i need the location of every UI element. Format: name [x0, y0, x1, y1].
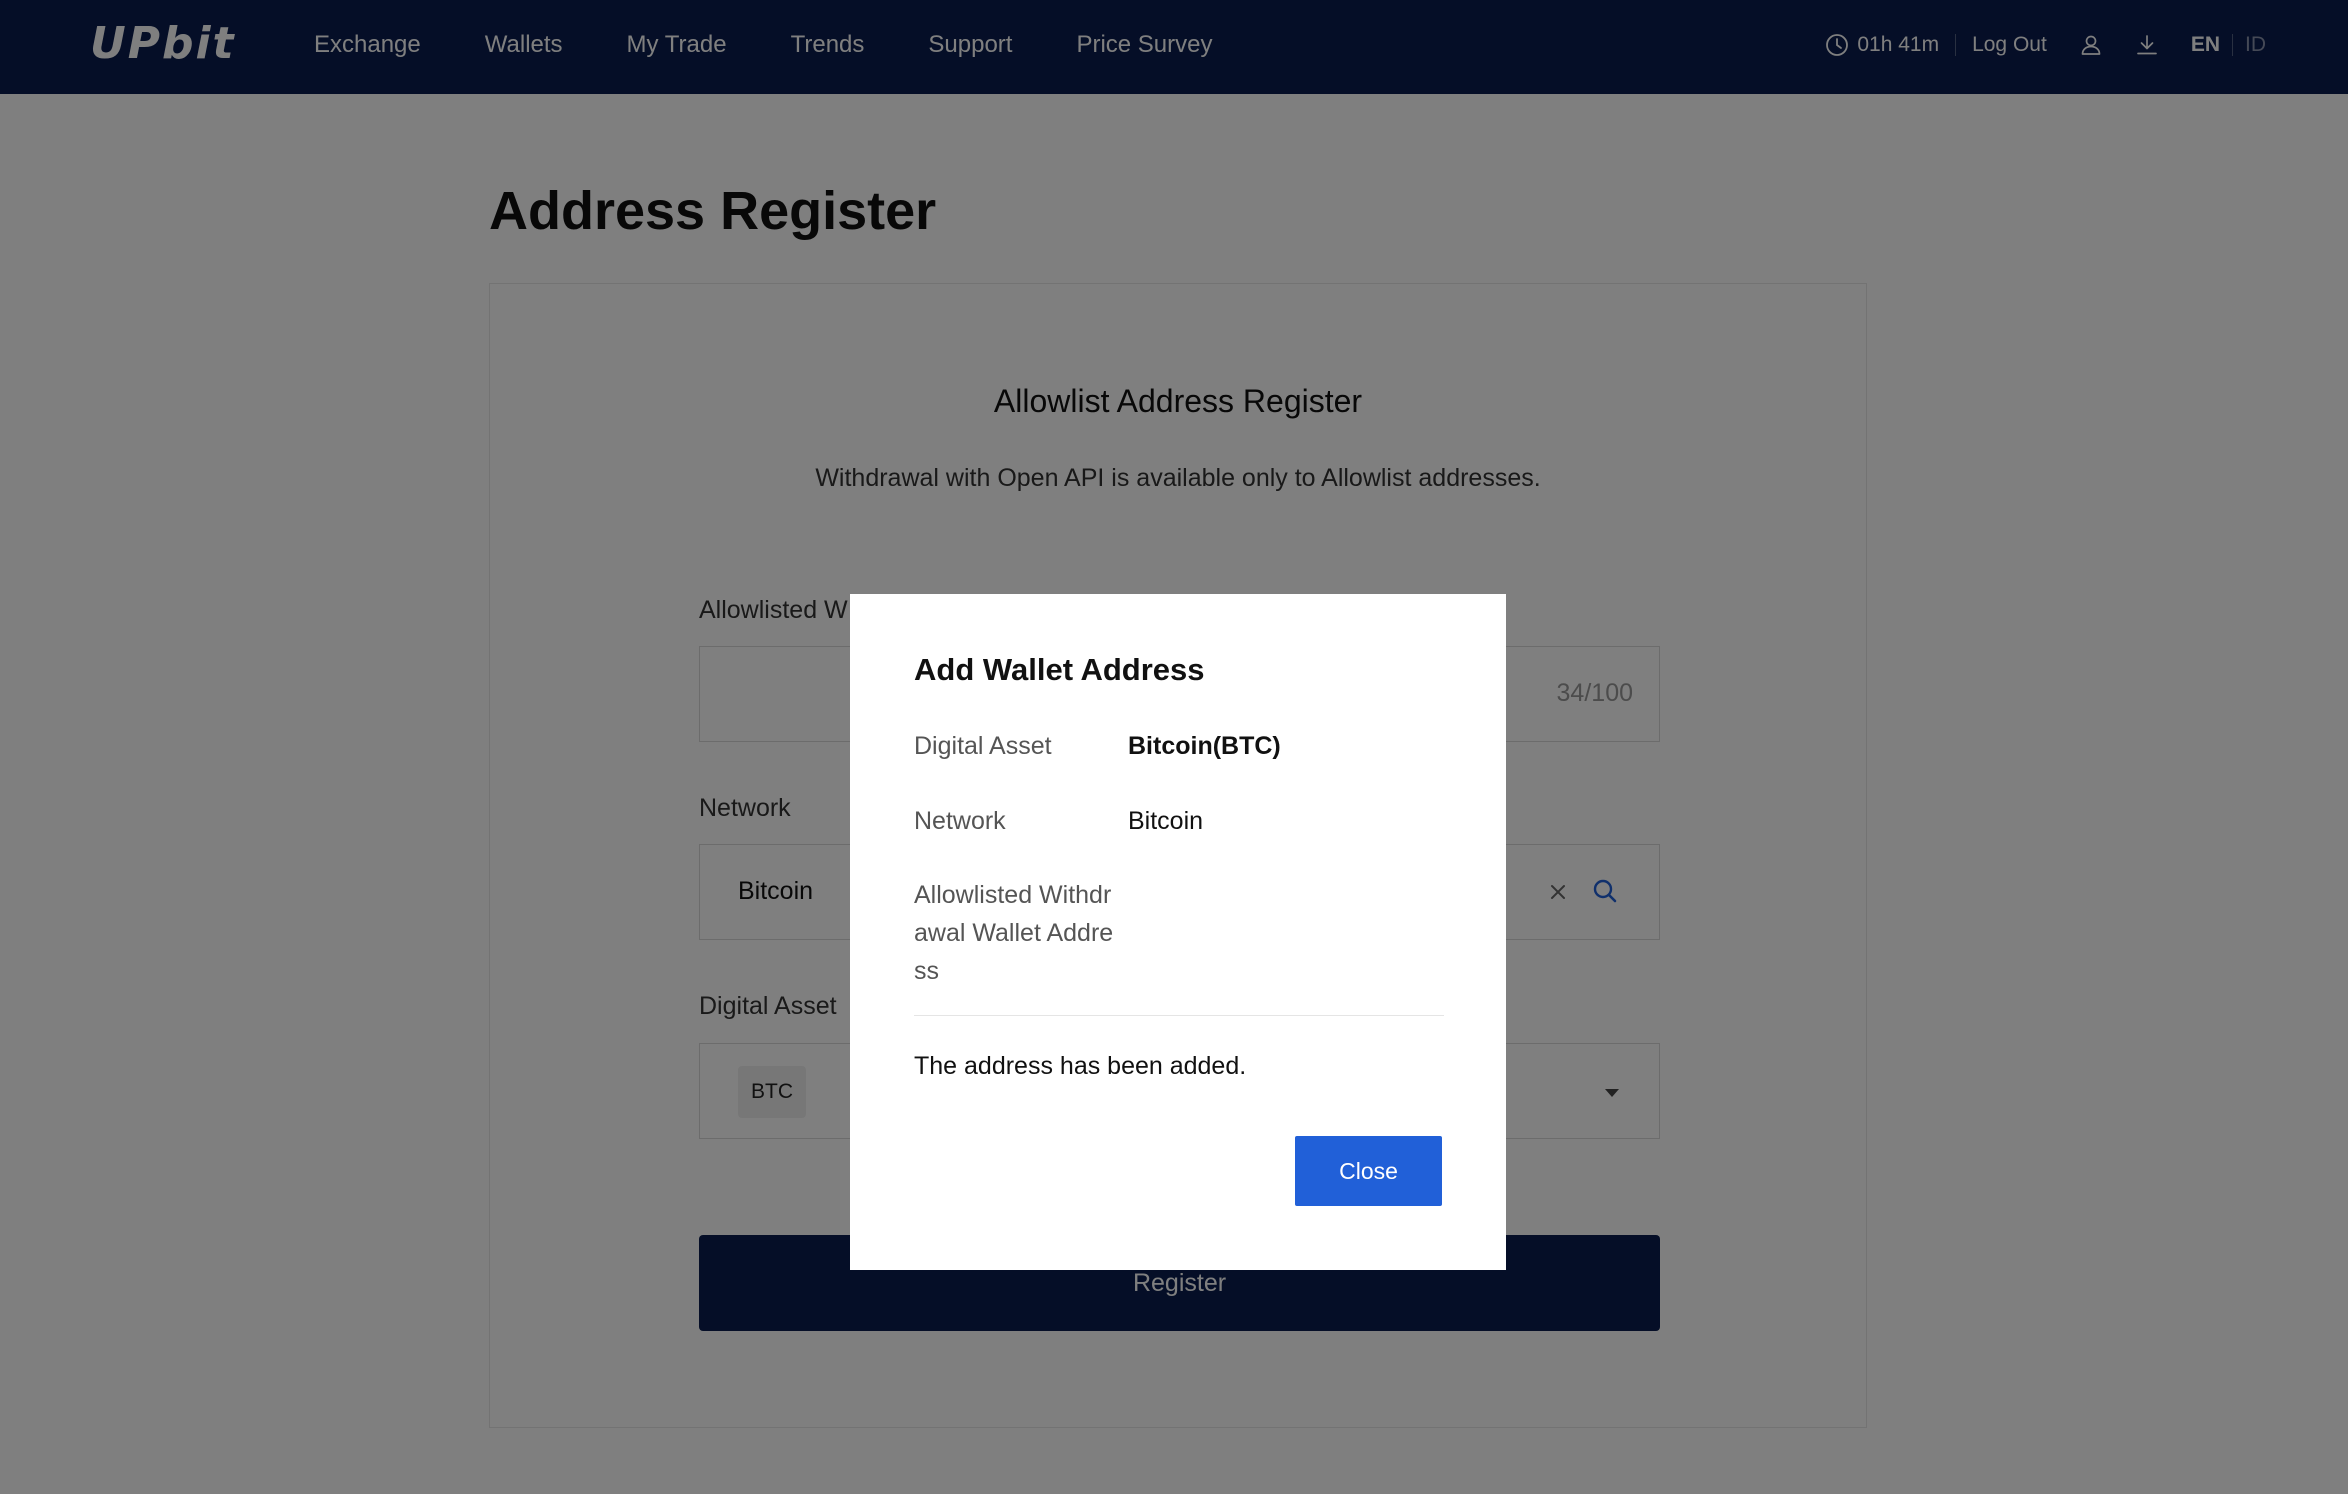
modal-divider	[914, 1015, 1444, 1016]
modal-asset-value: Bitcoin(BTC)	[1128, 732, 1281, 760]
modal-asset-label: Digital Asset	[914, 732, 1052, 760]
modal-message: The address has been added.	[914, 1052, 1247, 1080]
modal-network-value: Bitcoin	[1128, 807, 1204, 835]
modal-address-label: Allowlisted Withdrawal Wallet Address	[914, 881, 1114, 985]
add-wallet-modal: Add Wallet Address Digital Asset Bitcoin…	[850, 594, 1506, 1270]
modal-network-label: Network	[914, 807, 1006, 835]
close-button[interactable]: Close	[1295, 1136, 1442, 1206]
modal-title: Add Wallet Address	[914, 652, 1205, 687]
